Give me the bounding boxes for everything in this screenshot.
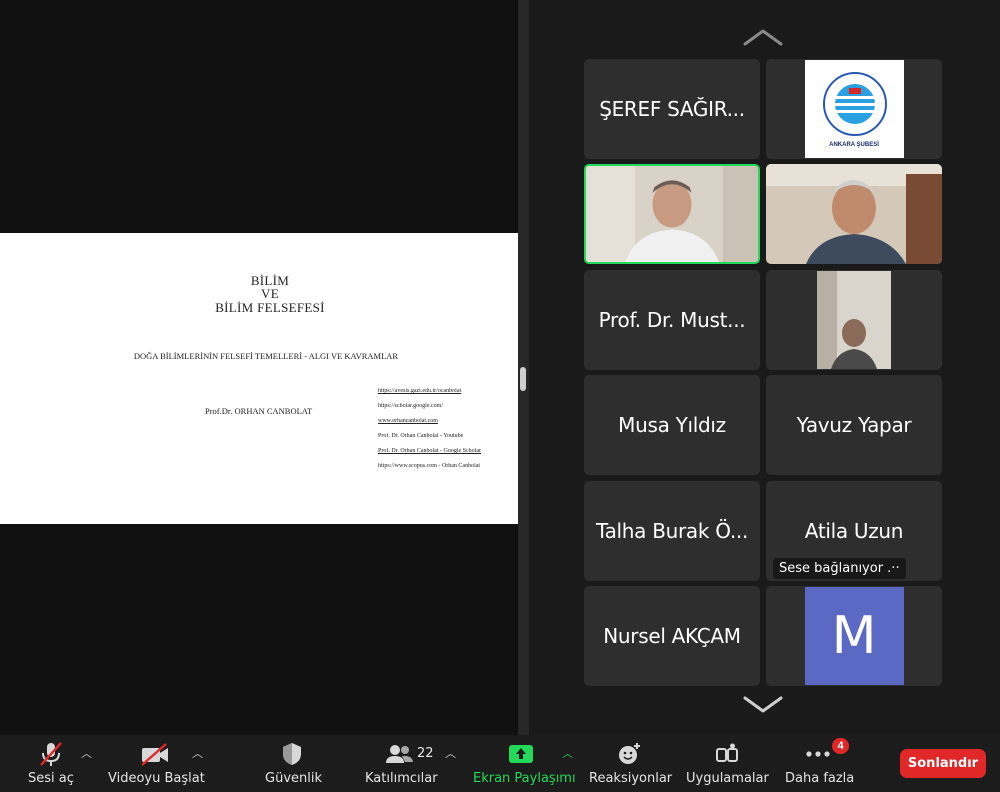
participant-count: 22 — [417, 746, 434, 761]
participant-name: ŞEREF SAĞIR... — [599, 97, 745, 121]
meeting-window: BİLİM VE BİLİM FELSEFESİ DOĞA BİLİMLERİN… — [0, 0, 1000, 792]
start-video-button[interactable]: Videoyu Başlat — [104, 735, 205, 792]
emoji-reaction-icon — [619, 743, 640, 764]
notification-badge: 4 — [832, 738, 849, 754]
end-meeting-button[interactable]: Sonlandır — [900, 749, 986, 778]
slide-links: https://avesis.gazi.edu.tr/ocanbolat htt… — [378, 388, 516, 478]
participant-tile-yavuz[interactable]: Yavuz Yapar — [766, 375, 942, 475]
shared-screen-area: BİLİM VE BİLİM FELSEFESİ DOĞA BİLİMLERİN… — [0, 0, 518, 735]
apps-label: Uygulamalar — [686, 771, 769, 786]
participant-gallery: ŞEREF SAĞIR... ANKARA ŞUBESİ Prof. Dr. M… — [529, 0, 1000, 735]
more-label: Daha fazla — [785, 771, 855, 786]
slide-link: www.orhancanbolat.com — [378, 418, 438, 424]
participant-tile-nursel[interactable]: Nursel AKÇAM — [584, 586, 760, 686]
participant-video — [586, 166, 758, 262]
participant-video[interactable] — [766, 164, 942, 264]
share-screen-button[interactable]: Ekran Paylaşımı — [470, 735, 576, 792]
participant-tile-avatar[interactable]: M — [766, 586, 942, 686]
avatar: M — [804, 587, 904, 685]
participants-icon — [386, 745, 413, 763]
split-drag-handle[interactable] — [520, 367, 526, 391]
participants-button[interactable]: Katılımcılar — [362, 735, 440, 792]
slide-link: https://avesis.gazi.edu.tr/ocanbolat — [378, 388, 462, 394]
participants-label: Katılımcılar — [365, 771, 438, 786]
participant-tile-seref[interactable]: ŞEREF SAĞIR... — [584, 59, 760, 159]
start-video-label: Videoyu Başlat — [108, 771, 205, 786]
apps-icon — [716, 743, 738, 762]
share-options-caret-icon[interactable]: ︿ — [562, 745, 573, 761]
slide-subtitle: DOĞA BİLİMLERİNİN FELSEFİ TEMELLERİ - AL… — [133, 351, 399, 361]
participant-video-portrait[interactable] — [766, 270, 942, 370]
participant-video-active-speaker[interactable] — [584, 164, 760, 264]
reactions-button[interactable]: Reaksiyonlar — [586, 735, 673, 792]
audio-options-caret-icon[interactable]: ︿ — [81, 745, 92, 761]
participant-video-feed — [766, 164, 942, 264]
participants-options-caret-icon[interactable]: ︿ — [445, 745, 456, 761]
logo-caption: ANKARA ŞUBESİ — [829, 142, 879, 148]
participant-tile-talha[interactable]: Talha Burak Ö... — [584, 481, 760, 581]
meeting-toolbar: Sesi aç ︿ Videoyu Başlat ︿ Güvenlik Katı… — [0, 735, 1000, 792]
security-button[interactable]: Güvenlik — [260, 735, 326, 792]
audio-connecting-status: Sese bağlanıyor .·· — [773, 558, 906, 579]
slide-title-line3: BİLİM FELSEFESİ — [215, 300, 325, 315]
video-camera-off-icon — [141, 743, 168, 766]
shared-slide: BİLİM VE BİLİM FELSEFESİ DOĞA BİLİMLERİN… — [0, 233, 518, 524]
participant-name: Yavuz Yapar — [796, 413, 912, 437]
participant-name: Talha Burak Ö... — [595, 519, 749, 543]
participant-tile-musa[interactable]: Musa Yıldız — [584, 375, 760, 475]
participant-name: Nursel AKÇAM — [603, 624, 741, 648]
organization-logo: ANKARA ŞUBESİ — [804, 60, 904, 158]
participant-name: Musa Yıldız — [618, 413, 726, 437]
share-screen-label: Ekran Paylaşımı — [473, 771, 576, 786]
chevron-down-icon[interactable] — [742, 694, 784, 716]
participant-video-feed — [817, 271, 891, 369]
security-label: Güvenlik — [265, 771, 322, 786]
chevron-up-icon[interactable] — [742, 26, 784, 48]
unmute-button[interactable]: Sesi aç — [20, 735, 82, 792]
shield-icon — [283, 743, 301, 765]
slide-link: Prof. Dr. Orhan Canbolat - Youtube — [378, 433, 464, 439]
apps-button[interactable]: Uygulamalar — [684, 735, 769, 792]
slide-link: https://www.scopus.com - Orhan Canbolat — [378, 463, 481, 469]
reactions-label: Reaksiyonlar — [589, 771, 673, 786]
participant-tile-atila[interactable]: Atila Uzun Sese bağlanıyor .·· — [766, 481, 942, 581]
share-screen-icon — [509, 745, 533, 763]
participant-tile-prof[interactable]: Prof. Dr. Must... — [584, 270, 760, 370]
slide-link: Prof. Dr. Orhan Canbolat - Google Schola… — [378, 448, 481, 454]
unmute-label: Sesi aç — [28, 771, 74, 786]
microphone-muted-icon — [40, 742, 62, 766]
participant-tile-logo[interactable]: ANKARA ŞUBESİ — [766, 59, 942, 159]
slide-author: Prof.Dr. ORHAN CANBOLAT — [205, 406, 313, 416]
participant-name: Prof. Dr. Must... — [598, 308, 746, 332]
video-options-caret-icon[interactable]: ︿ — [192, 745, 203, 761]
slide-link: https://scholar.google.com/ — [378, 403, 443, 409]
more-dots-icon — [806, 751, 830, 757]
participant-name: Atila Uzun — [804, 519, 904, 543]
